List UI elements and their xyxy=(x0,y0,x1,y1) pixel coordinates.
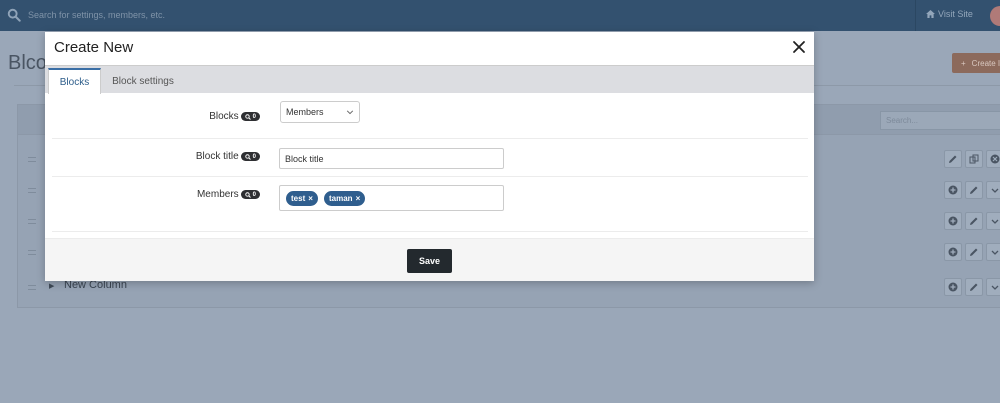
member-tag: taman × xyxy=(324,191,366,206)
plus-circle-icon xyxy=(948,247,958,257)
expand-button[interactable] xyxy=(986,212,1000,230)
search-icon xyxy=(244,191,251,198)
members-form-row: Members 0 test × taman × xyxy=(52,177,808,232)
block-title-badge-count: 0 xyxy=(252,153,256,160)
chevron-down-icon xyxy=(991,285,999,290)
edit-button[interactable] xyxy=(965,278,983,296)
pencil-icon xyxy=(970,283,978,291)
block-title-form-row: Block title 0 xyxy=(52,139,808,177)
tab-block-settings[interactable]: Block settings xyxy=(102,68,184,94)
chevron-down-icon xyxy=(991,188,999,193)
blocks-select-value: Members xyxy=(286,107,324,117)
user-avatar[interactable] xyxy=(990,6,1000,26)
expand-button[interactable] xyxy=(986,278,1000,296)
edit-button[interactable] xyxy=(944,150,962,168)
pencil-icon xyxy=(970,248,978,256)
blocks-form-row: Blocks 0 Members xyxy=(52,93,808,139)
remove-tag-icon[interactable]: × xyxy=(308,194,313,203)
plus-circle-icon xyxy=(948,185,958,195)
close-icon[interactable] xyxy=(792,40,806,54)
plus-icon: + xyxy=(961,58,966,68)
add-button[interactable] xyxy=(944,243,962,261)
create-new-modal: Create New Blocks Block settings Blocks … xyxy=(45,32,814,281)
drag-handle-icon[interactable] xyxy=(28,188,36,193)
blocks-label: Blocks xyxy=(209,111,239,122)
block-title-input[interactable] xyxy=(279,148,504,169)
blocks-select[interactable]: Members xyxy=(280,101,360,123)
global-search-input[interactable] xyxy=(28,6,628,24)
add-button[interactable] xyxy=(944,212,962,230)
member-tag-label: test xyxy=(291,194,306,203)
delete-button[interactable] xyxy=(986,150,1000,168)
table-search-input[interactable]: Search... xyxy=(880,111,1000,130)
edit-button[interactable] xyxy=(965,181,983,199)
navbar-divider xyxy=(915,0,916,31)
expand-button[interactable] xyxy=(986,243,1000,261)
blocks-search-badge[interactable]: 0 xyxy=(240,112,260,121)
blocks-label-group: Blocks 0 xyxy=(209,111,260,122)
pencil-icon xyxy=(970,217,978,225)
visit-site-label: Visit Site xyxy=(938,9,973,19)
tab-blocks[interactable]: Blocks xyxy=(48,68,101,94)
modal-footer: Save xyxy=(45,238,814,281)
search-icon xyxy=(244,113,251,120)
close-circle-icon xyxy=(990,154,1000,164)
edit-button[interactable] xyxy=(965,212,983,230)
create-new-button[interactable]: + Create I xyxy=(952,53,1000,73)
modal-tabs: Blocks Block settings xyxy=(45,65,814,94)
visit-site-link[interactable]: Visit Site xyxy=(926,9,973,19)
chevron-down-icon xyxy=(991,250,999,255)
expand-button[interactable] xyxy=(986,181,1000,199)
edit-button[interactable] xyxy=(965,243,983,261)
page-title: Blco xyxy=(8,52,47,74)
chevron-down-icon xyxy=(991,219,999,224)
save-button[interactable]: Save xyxy=(407,249,452,273)
block-title-search-badge[interactable]: 0 xyxy=(240,152,260,161)
members-tag-input[interactable]: test × taman × xyxy=(279,185,504,211)
duplicate-button[interactable] xyxy=(965,150,983,168)
search-icon[interactable] xyxy=(7,8,21,22)
members-label-group: Members 0 xyxy=(197,189,260,200)
copy-icon xyxy=(969,154,979,164)
remove-tag-icon[interactable]: × xyxy=(356,194,361,203)
members-search-badge[interactable]: 0 xyxy=(240,190,260,199)
members-badge-count: 0 xyxy=(252,191,256,198)
create-new-label: Create I xyxy=(971,58,1000,68)
drag-handle-icon[interactable] xyxy=(28,285,36,290)
blocks-badge-count: 0 xyxy=(252,113,256,120)
drag-handle-icon[interactable] xyxy=(28,157,36,162)
home-icon xyxy=(926,10,935,18)
pencil-icon xyxy=(949,155,957,163)
top-navbar: Visit Site xyxy=(0,0,1000,31)
modal-title: Create New xyxy=(54,39,134,56)
members-label: Members xyxy=(196,189,239,200)
search-icon xyxy=(244,153,251,160)
add-button[interactable] xyxy=(944,181,962,199)
pencil-icon xyxy=(970,186,978,194)
plus-circle-icon xyxy=(948,282,958,292)
plus-circle-icon xyxy=(948,216,958,226)
block-title-label: Block title xyxy=(195,151,239,162)
modal-header: Create New xyxy=(45,32,814,65)
block-title-label-group: Block title 0 xyxy=(196,151,260,162)
drag-handle-icon[interactable] xyxy=(28,250,36,255)
member-tag: test × xyxy=(286,191,318,206)
drag-handle-icon[interactable] xyxy=(28,219,36,224)
add-button[interactable] xyxy=(944,278,962,296)
member-tag-label: taman xyxy=(329,194,353,203)
chevron-down-icon xyxy=(346,110,354,115)
expand-caret-icon[interactable]: ▶ xyxy=(49,282,54,290)
